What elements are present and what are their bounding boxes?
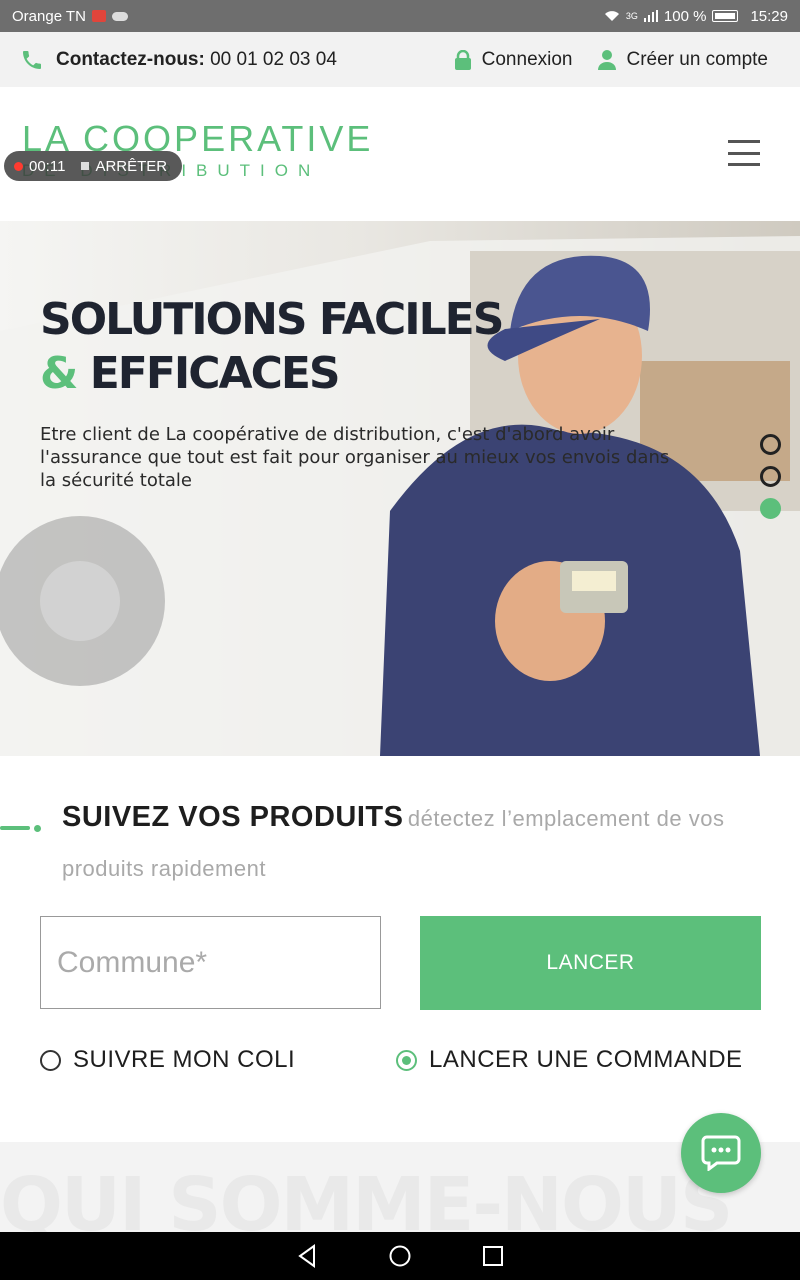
hero-title: SOLUTIONS FACILES & EFFICACES — [40, 293, 504, 401]
lock-icon — [454, 49, 471, 70]
hero-description: Etre client de La coopérative de distrib… — [40, 424, 670, 491]
hero-banner: SOLUTIONS FACILES & EFFICACES Etre clien… — [0, 221, 800, 756]
contact-info: Contactez-nous: 00 01 02 03 04 — [20, 48, 337, 72]
carrier-label: Orange TN — [12, 7, 86, 25]
tracking-heading-strong: SUIVEZ VOS PRODUITS — [62, 801, 404, 833]
slider-dot-2[interactable] — [760, 466, 781, 487]
wifi-icon — [604, 11, 619, 21]
register-label[interactable]: Créer un compte — [626, 49, 768, 71]
tracking-heading: SUIVEZ VOS PRODUITS détectez l’emplaceme… — [62, 794, 772, 895]
notification-icon — [91, 10, 106, 22]
site-header: LA COOPERATIVE DE DISTRIBUTION 00:11 ARR… — [0, 87, 800, 221]
option-track-parcel[interactable]: SUIVRE MON COLI — [40, 1046, 295, 1074]
register-link[interactable]: Créer un compte — [598, 49, 768, 71]
network-type: 3G — [625, 11, 638, 21]
battery-icon — [712, 10, 739, 22]
chat-button[interactable] — [681, 1113, 761, 1193]
hero-title-line2: EFFICACES — [89, 348, 341, 399]
home-icon[interactable] — [388, 1244, 412, 1268]
stop-icon — [81, 162, 90, 170]
hero-title-ampersand: & — [40, 348, 78, 399]
recording-stop-label[interactable]: ARRÊTER — [95, 158, 167, 175]
recents-icon[interactable] — [482, 1245, 504, 1267]
section-accent-line — [0, 826, 30, 830]
login-label[interactable]: Connexion — [482, 49, 573, 71]
phone-number[interactable]: 00 01 02 03 04 — [210, 49, 337, 70]
hamburger-menu-icon[interactable] — [728, 140, 760, 166]
slider-pagination — [760, 434, 781, 519]
system-navigation-bar — [0, 1232, 800, 1280]
option-place-order[interactable]: LANCER UNE COMMANDE — [396, 1046, 743, 1074]
hero-title-line1: SOLUTIONS FACILES — [40, 294, 504, 345]
radio-place-order[interactable] — [396, 1049, 417, 1071]
screen-recording-indicator[interactable]: 00:11 ARRÊTER — [4, 151, 182, 181]
tracking-section: SUIVEZ VOS PRODUITS détectez l’emplaceme… — [0, 756, 800, 1142]
back-icon[interactable] — [296, 1244, 318, 1268]
slider-dot-1[interactable] — [760, 434, 781, 455]
launch-button[interactable]: LANCER — [420, 916, 761, 1010]
section-accent-dot — [34, 825, 41, 832]
about-section-title: QUI SOMME-NOUS — [0, 1162, 733, 1232]
contact-label: Contactez-nous: — [56, 48, 205, 70]
radio-track-parcel[interactable] — [40, 1049, 61, 1071]
chat-bubble-icon — [701, 1135, 741, 1171]
battery-percent: 100 % — [663, 7, 707, 25]
commune-input[interactable] — [40, 916, 381, 1009]
option-track-parcel-label[interactable]: SUIVRE MON COLI — [73, 1046, 295, 1074]
contact-bar: Contactez-nous: 00 01 02 03 04 Connexion… — [0, 32, 800, 87]
status-bar: Orange TN 3G 100 % 15:29 — [0, 0, 800, 32]
clock: 15:29 — [750, 7, 788, 25]
user-icon — [598, 49, 617, 70]
about-section: QUI SOMME-NOUS — [0, 1142, 800, 1232]
login-link[interactable]: Connexion — [454, 49, 573, 71]
option-place-order-label[interactable]: LANCER UNE COMMANDE — [429, 1046, 743, 1074]
recording-dot-icon — [14, 161, 23, 171]
recording-timer: 00:11 — [29, 157, 66, 175]
signal-icon — [643, 10, 658, 22]
cloud-icon — [111, 11, 128, 21]
phone-icon — [23, 50, 41, 69]
slider-dot-3[interactable] — [760, 498, 781, 519]
